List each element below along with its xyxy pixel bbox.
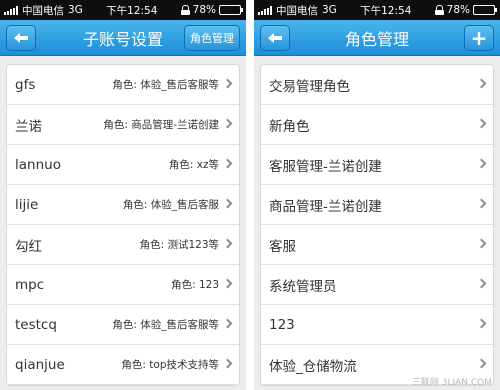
chevron-right-icon xyxy=(476,158,487,169)
role-row[interactable]: 客服管理-兰诺创建 xyxy=(261,145,493,185)
signal-icon xyxy=(258,5,272,15)
account-settings-screen: 中国电信 3G 下午12:54 78% 子账号设置 角色管理 gfs 角色: 体验… xyxy=(0,0,246,390)
page-title: 子账号设置 xyxy=(82,29,163,49)
chevron-right-icon xyxy=(476,278,487,289)
account-list: gfs 角色: 体验_售后客服等 兰诺 角色: 商品管理-兰诺创建 lannuo 角色: … xyxy=(6,64,240,386)
role-name: 商品管理-兰诺创建 xyxy=(269,198,382,215)
nav-bar: 子账号设置 角色管理 xyxy=(0,20,246,56)
account-row[interactable]: 兰诺 角色: 商品管理-兰诺创建 xyxy=(7,105,239,145)
account-role: 角色: 测试123等 xyxy=(139,239,219,251)
watermark: 三联网 3LIAN.COM xyxy=(411,378,492,388)
account-role: 角色: 体验_售后客服 xyxy=(122,199,219,211)
account-name: mpc xyxy=(15,276,45,293)
account-name: 勾红 xyxy=(15,238,42,255)
account-role: 角色: top技术支持等 xyxy=(121,359,219,371)
chevron-right-icon xyxy=(476,318,487,329)
back-arrow-icon xyxy=(14,33,28,43)
chevron-right-icon xyxy=(222,278,233,289)
account-role: 角色: 123 xyxy=(171,279,219,291)
role-name: 系统管理员 xyxy=(269,278,337,295)
page-title: 角色管理 xyxy=(344,29,409,49)
role-row[interactable]: 123 xyxy=(261,305,493,345)
role-row[interactable]: 交易管理角色 xyxy=(261,65,493,105)
role-row[interactable]: 新角色 xyxy=(261,105,493,145)
account-name: testcq xyxy=(15,316,57,333)
carrier-label: 中国电信 xyxy=(276,4,318,17)
chevron-right-icon xyxy=(222,238,233,249)
chevron-right-icon xyxy=(222,198,233,209)
account-role: 角色: 商品管理-兰诺创建 xyxy=(103,119,219,131)
account-role: 角色: 体验_售后客服等 xyxy=(112,319,219,331)
chevron-right-icon xyxy=(222,158,233,169)
role-name: 新角色 xyxy=(269,118,310,135)
account-name: lannuo xyxy=(15,156,61,173)
role-name: 客服管理-兰诺创建 xyxy=(269,158,382,175)
screen-divider xyxy=(246,0,254,390)
account-row[interactable]: gfs 角色: 体验_售后客服等 xyxy=(7,65,239,105)
role-name: 交易管理角色 xyxy=(269,78,350,95)
battery-percent: 78% xyxy=(446,4,470,16)
lock-icon xyxy=(180,5,190,15)
lock-icon xyxy=(434,5,444,15)
battery-icon xyxy=(473,5,497,15)
carrier-label: 中国电信 xyxy=(22,4,64,17)
account-row[interactable]: 勾红 角色: 测试123等 xyxy=(7,225,239,265)
account-row[interactable]: mpc 角色: 123 xyxy=(7,265,239,305)
chevron-right-icon xyxy=(476,78,487,89)
chevron-right-icon xyxy=(476,198,487,209)
network-label: 3G xyxy=(68,4,83,16)
chevron-right-icon xyxy=(222,78,233,89)
chevron-right-icon xyxy=(222,118,233,129)
back-arrow-icon xyxy=(268,33,282,43)
account-name: gfs xyxy=(15,76,36,93)
account-row[interactable]: qianjue 角色: top技术支持等 xyxy=(7,345,239,385)
role-management-screen: 中国电信 3G 下午12:54 78% 角色管理 + 交易管理角色 新角色客服管理… xyxy=(254,0,500,390)
battery-icon xyxy=(219,5,243,15)
account-row[interactable]: testcq 角色: 体验_售后客服等 xyxy=(7,305,239,345)
chevron-right-icon xyxy=(222,318,233,329)
account-role: 角色: xz等 xyxy=(168,159,219,171)
back-button[interactable] xyxy=(6,25,36,51)
role-row[interactable]: 系统管理员 xyxy=(261,265,493,305)
account-name: 兰诺 xyxy=(15,118,42,135)
signal-icon xyxy=(4,5,18,15)
account-role: 角色: 体验_售后客服等 xyxy=(112,79,219,91)
chevron-right-icon xyxy=(476,358,487,369)
status-bar: 中国电信 3G 下午12:54 78% xyxy=(254,0,500,20)
status-bar: 中国电信 3G 下午12:54 78% xyxy=(0,0,246,20)
chevron-right-icon xyxy=(476,238,487,249)
nav-bar: 角色管理 + xyxy=(254,20,500,56)
role-name: 体验_仓储物流 xyxy=(269,358,357,375)
account-name: qianjue xyxy=(15,356,65,373)
account-row[interactable]: lijie 角色: 体验_售后客服 xyxy=(7,185,239,225)
role-name: 客服 xyxy=(269,238,296,255)
clock: 下午12:54 xyxy=(106,4,158,17)
role-list: 交易管理角色 新角色客服管理-兰诺创建 商品管理-兰诺创建 客服系统管理员 123 体验_… xyxy=(260,64,494,386)
role-name: 123 xyxy=(269,316,295,333)
account-name: lijie xyxy=(15,196,39,213)
add-role-button[interactable]: + xyxy=(464,25,494,51)
role-management-button[interactable]: 角色管理 xyxy=(184,25,240,51)
back-button[interactable] xyxy=(260,25,290,51)
role-row[interactable]: 商品管理-兰诺创建 xyxy=(261,185,493,225)
network-label: 3G xyxy=(322,4,337,16)
chevron-right-icon xyxy=(222,358,233,369)
account-row[interactable]: lannuo 角色: xz等 xyxy=(7,145,239,185)
chevron-right-icon xyxy=(476,118,487,129)
clock: 下午12:54 xyxy=(360,4,412,17)
battery-percent: 78% xyxy=(192,4,216,16)
role-row[interactable]: 客服 xyxy=(261,225,493,265)
